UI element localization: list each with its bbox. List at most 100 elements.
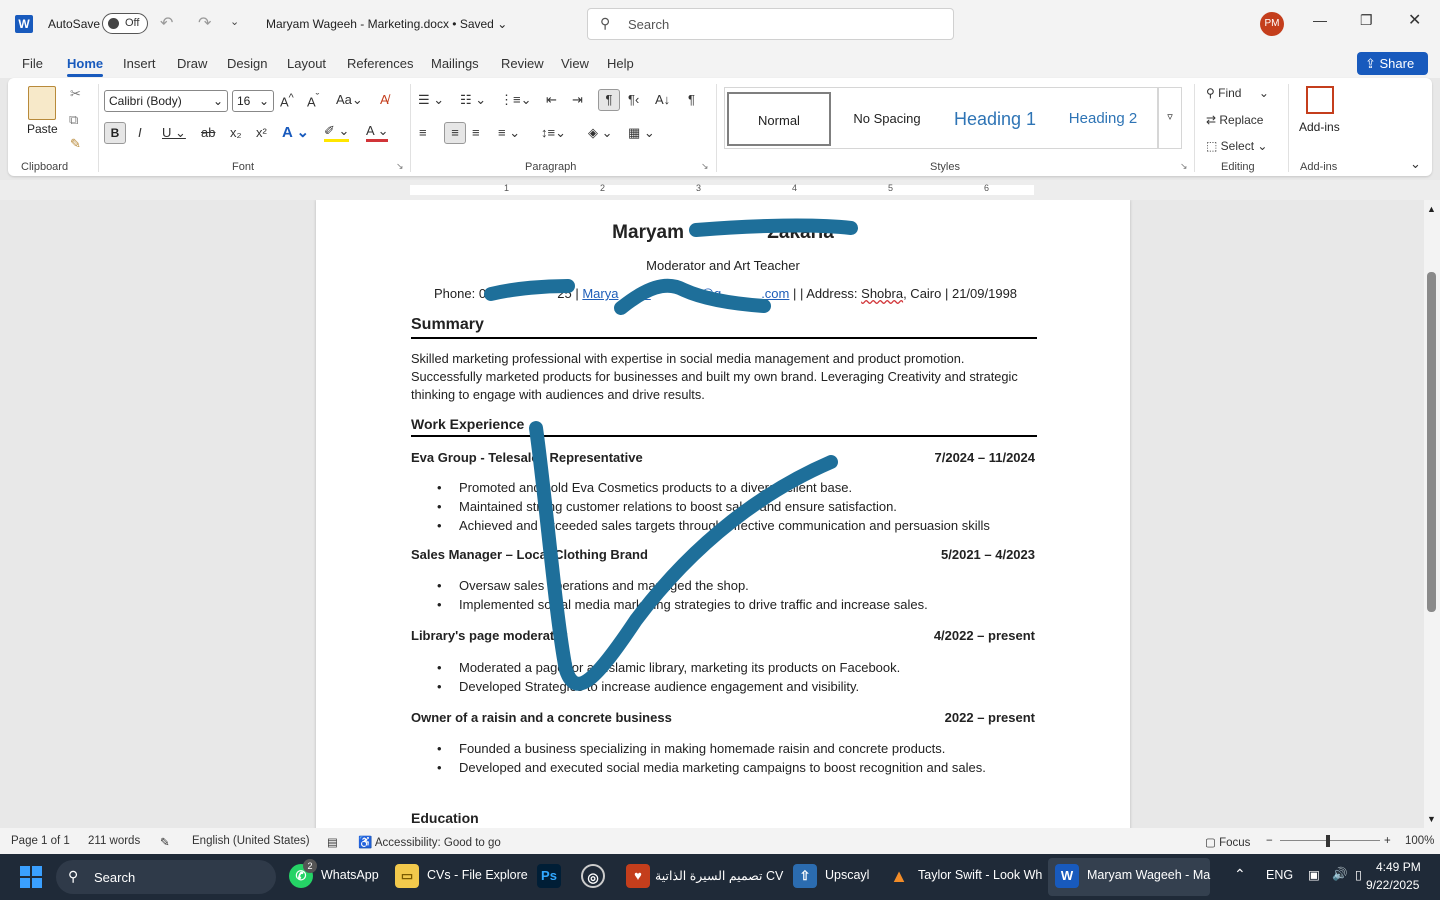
- word-taskbar-icon[interactable]: W: [1055, 864, 1079, 888]
- style-heading-1[interactable]: Heading 1: [943, 92, 1047, 146]
- language-status[interactable]: English (United States): [192, 835, 310, 847]
- taskbar-search[interactable]: ⚲ Search: [56, 860, 276, 894]
- font-color-icon[interactable]: A ⌄: [366, 123, 389, 142]
- avatar[interactable]: PM: [1260, 12, 1284, 36]
- start-icon[interactable]: [20, 866, 42, 888]
- align-right-icon[interactable]: ≡: [472, 125, 480, 140]
- tab-home[interactable]: Home: [67, 56, 104, 77]
- justify-icon[interactable]: ≡ ⌄: [498, 125, 520, 141]
- zoom-level[interactable]: 100%: [1405, 835, 1434, 847]
- vlc-icon[interactable]: ▲: [887, 864, 911, 888]
- tab-design[interactable]: Design: [227, 56, 267, 71]
- sort-icon[interactable]: A↓: [655, 92, 670, 107]
- email-link[interactable]: Marya W @g .com: [582, 286, 789, 301]
- strikethrough-button[interactable]: ab: [201, 125, 215, 140]
- tab-layout[interactable]: Layout: [287, 56, 326, 71]
- zoom-in-icon[interactable]: +: [1384, 835, 1391, 847]
- styles-more-icon[interactable]: ▿: [1158, 87, 1182, 149]
- superscript-button[interactable]: x²: [256, 125, 267, 140]
- accessibility-status[interactable]: ♿ Accessibility: Good to go: [358, 835, 501, 849]
- paste-icon[interactable]: [28, 86, 56, 120]
- collapse-ribbon-icon[interactable]: ⌄: [1410, 156, 1421, 172]
- numbering-icon[interactable]: ☷ ⌄: [460, 92, 486, 108]
- align-left-icon[interactable]: ≡: [419, 125, 427, 140]
- tab-review[interactable]: Review: [501, 56, 544, 71]
- paragraph-dialog-launcher-icon[interactable]: ↘: [701, 161, 709, 172]
- taskbar-item-cv-design[interactable]: تصميم السيرة الذاتية CV: [655, 868, 783, 883]
- customize-qat-icon[interactable]: ⌄: [230, 15, 239, 28]
- zoom-slider-thumb[interactable]: [1326, 835, 1330, 847]
- change-case-icon[interactable]: Aa⌄: [336, 92, 363, 108]
- search-input[interactable]: ⚲ Search: [587, 8, 954, 40]
- spellcheck-word[interactable]: Shobra: [861, 286, 903, 301]
- clock-time[interactable]: 4:49 PM: [1376, 860, 1421, 874]
- word-count[interactable]: 211 words: [88, 835, 140, 847]
- document-page[interactable]: Maryam Zakaria Moderator and Art Teacher…: [316, 200, 1130, 828]
- input-language[interactable]: ENG: [1266, 868, 1293, 882]
- grow-font-icon[interactable]: A^: [280, 92, 294, 109]
- share-button[interactable]: ⇪ Share ⌄: [1357, 52, 1428, 94]
- borders-icon[interactable]: ▦ ⌄: [628, 125, 655, 141]
- highlight-icon[interactable]: ✐ ⌄: [324, 123, 350, 142]
- style-no-spacing[interactable]: No Spacing: [835, 92, 939, 146]
- volume-icon[interactable]: 🔊: [1332, 867, 1348, 882]
- bold-button[interactable]: B: [104, 122, 126, 144]
- underline-button[interactable]: U ⌄: [162, 125, 186, 141]
- text-effects-icon[interactable]: A ⌄: [282, 123, 309, 141]
- subscript-button[interactable]: x₂: [230, 125, 242, 140]
- tab-references[interactable]: References: [347, 56, 413, 71]
- network-icon[interactable]: ▣: [1308, 867, 1320, 882]
- tab-help[interactable]: Help: [607, 56, 634, 71]
- find-button[interactable]: ⚲ Find ⌄: [1206, 86, 1269, 100]
- addins-button-label[interactable]: Add-ins: [1299, 120, 1340, 134]
- addins-icon[interactable]: [1306, 86, 1334, 114]
- taskbar-item-file-explorer[interactable]: CVs - File Explore: [427, 868, 528, 882]
- zoom-out-icon[interactable]: −: [1266, 835, 1273, 847]
- undo-icon[interactable]: ↶: [160, 13, 173, 33]
- clear-formatting-icon[interactable]: A̸: [380, 92, 389, 107]
- tab-insert[interactable]: Insert: [123, 56, 156, 71]
- vertical-scrollbar[interactable]: ▲ ▼: [1424, 200, 1440, 828]
- shrink-font-icon[interactable]: Aˇ: [307, 92, 319, 109]
- photoshop-icon[interactable]: Ps: [537, 864, 561, 888]
- restore-icon[interactable]: ❐: [1360, 12, 1373, 29]
- decrease-indent-icon[interactable]: ⇤: [546, 92, 557, 108]
- taskbar-item-upscayl[interactable]: Upscayl: [825, 868, 869, 882]
- chevron-up-icon[interactable]: ⌃: [1234, 866, 1246, 883]
- select-button[interactable]: ⬚ Select ⌄: [1206, 139, 1267, 153]
- folder-icon[interactable]: ▭: [395, 864, 419, 888]
- taskbar-item-word[interactable]: Maryam Wageeh - Ma: [1087, 868, 1210, 882]
- horizontal-ruler[interactable]: 1 2 3 4 5 6: [0, 180, 1440, 200]
- paste-label[interactable]: Paste: [27, 122, 58, 136]
- ltr-icon[interactable]: ¶: [598, 89, 620, 111]
- font-name-select[interactable]: Calibri (Body) ⌄: [104, 90, 228, 112]
- redo-icon[interactable]: ↷: [198, 13, 211, 33]
- clock-date[interactable]: 9/22/2025: [1366, 878, 1419, 892]
- taskbar-item-vlc[interactable]: Taylor Swift - Look Wh: [918, 868, 1042, 882]
- minimize-icon[interactable]: —: [1313, 12, 1327, 28]
- show-marks-icon[interactable]: ¶: [688, 92, 695, 107]
- shading-icon[interactable]: ◈ ⌄: [588, 125, 613, 141]
- line-spacing-icon[interactable]: ↕≡⌄: [541, 125, 566, 141]
- document-canvas[interactable]: Maryam Zakaria Moderator and Art Teacher…: [0, 200, 1424, 828]
- font-size-select[interactable]: 16 ⌄: [232, 90, 274, 112]
- style-normal[interactable]: Normal: [727, 92, 831, 146]
- tab-view[interactable]: View: [561, 56, 589, 71]
- battery-icon[interactable]: ▯: [1355, 867, 1362, 882]
- proofing-icon[interactable]: ✎: [160, 835, 170, 849]
- tab-mailings[interactable]: Mailings: [431, 56, 479, 71]
- replace-button[interactable]: ⇄ Replace: [1206, 113, 1263, 127]
- scroll-up-icon[interactable]: ▲: [1427, 204, 1436, 214]
- style-heading-2[interactable]: Heading 2: [1051, 92, 1155, 146]
- rtl-icon[interactable]: ¶‹: [628, 92, 639, 107]
- upscayl-icon[interactable]: ⇧: [793, 864, 817, 888]
- multilevel-list-icon[interactable]: ⋮≡⌄: [500, 92, 531, 108]
- scrollbar-thumb[interactable]: [1427, 272, 1436, 612]
- font-dialog-launcher-icon[interactable]: ↘: [396, 161, 404, 172]
- italic-button[interactable]: I: [138, 125, 142, 140]
- align-center-icon[interactable]: ≡: [444, 122, 466, 144]
- autosave-toggle[interactable]: Off: [102, 13, 148, 34]
- document-title[interactable]: Maryam Wageeh - Marketing.docx • Saved ⌄: [266, 17, 507, 31]
- tab-draw[interactable]: Draw: [177, 56, 207, 71]
- copy-icon[interactable]: ⧉: [69, 112, 78, 128]
